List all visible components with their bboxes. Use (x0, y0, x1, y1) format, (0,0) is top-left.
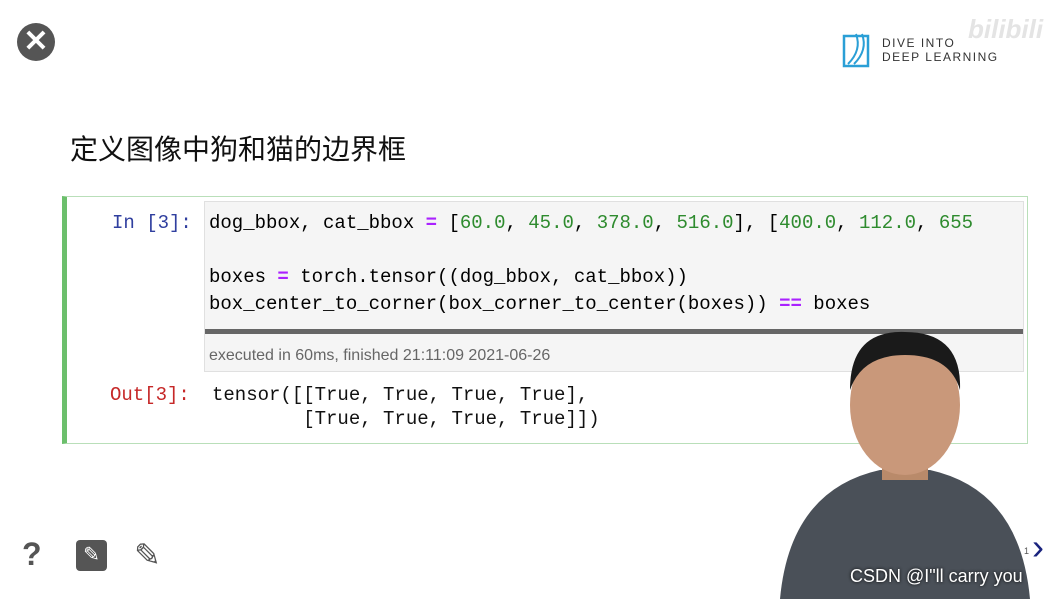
edit-box-icon[interactable]: ✎ (76, 540, 107, 571)
bilibili-watermark: bilibili (968, 14, 1044, 44)
in-prompt: In [3]: (112, 212, 192, 234)
csdn-watermark: CSDN @I"ll carry you (850, 566, 1023, 586)
slide-title: 定义图像中狗和猫的边界框 (70, 134, 407, 165)
presenter-video (780, 331, 1030, 599)
logo-line2: DEEP LEARNING (882, 50, 999, 64)
execution-info: executed in 60ms, finished 21:11:09 2021… (209, 347, 551, 364)
cell-output: tensor([[True, True, True, True], [True,… (212, 384, 600, 430)
pencil-icon[interactable]: ✎ (134, 536, 161, 574)
out-prompt: Out[3]: (110, 384, 190, 406)
code-line-2: boxes = torch.tensor((dog_bbox, cat_bbox… (209, 266, 688, 288)
next-arrow-icon[interactable]: › (1032, 526, 1044, 568)
book-icon (842, 33, 870, 68)
code-line-1: dog_bbox, cat_bbox = [60.0, 45.0, 378.0,… (209, 212, 974, 234)
page-number: 1 (1024, 546, 1030, 556)
close-icon[interactable]: ✕ (17, 23, 55, 61)
code-line-3: box_center_to_corner(box_corner_to_cente… (209, 293, 871, 315)
help-icon[interactable]: ? (22, 536, 42, 573)
